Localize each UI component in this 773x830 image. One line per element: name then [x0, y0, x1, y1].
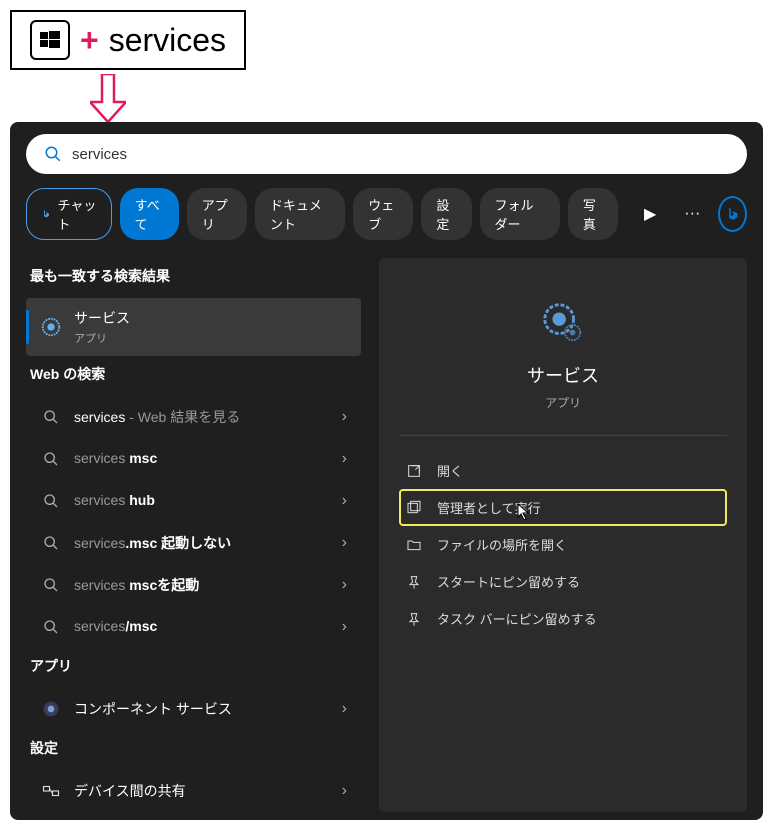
pin-icon: [405, 610, 423, 628]
result-best-match[interactable]: サービス アプリ: [26, 298, 361, 356]
chevron-right-icon: ›: [342, 576, 347, 594]
chevron-right-icon: ›: [342, 618, 347, 636]
photos-chip[interactable]: 写真: [568, 188, 618, 240]
preview-title: サービス: [399, 362, 727, 388]
divider: [399, 435, 727, 436]
action-open[interactable]: 開く: [399, 452, 727, 489]
web-result-5[interactable]: services mscを起動 ›: [26, 564, 361, 606]
web-result-4[interactable]: services.msc 起動しない ›: [26, 522, 361, 564]
windows-key-icon: [30, 20, 70, 60]
search-icon: [40, 490, 62, 512]
search-icon: [40, 448, 62, 470]
chevron-right-icon: ›: [342, 700, 347, 718]
all-chip[interactable]: すべて: [120, 188, 179, 240]
action-run-admin[interactable]: 管理者として実行: [399, 489, 727, 526]
shield-icon: [405, 499, 423, 517]
chevron-right-icon: ›: [342, 782, 347, 800]
search-input[interactable]: [72, 146, 729, 163]
web-result-3[interactable]: services hub ›: [26, 480, 361, 522]
preview-panel: サービス アプリ 開く 管理者として実行 ファイルの場所を開く スタートにピン留…: [379, 258, 747, 812]
apps-chip[interactable]: アプリ: [187, 188, 247, 240]
plus-icon: +: [80, 22, 99, 59]
result-title: サービス: [74, 308, 347, 328]
search-icon: [44, 145, 62, 163]
chat-chip[interactable]: チャット: [26, 188, 112, 240]
bing-button[interactable]: [718, 196, 747, 232]
web-search-header: Web の検索: [26, 356, 361, 396]
result-sub: アプリ: [74, 330, 347, 346]
preview-sub: アプリ: [399, 394, 727, 411]
share-icon: [40, 780, 62, 802]
results-column: 最も一致する検索結果 サービス アプリ Web の検索 services - W…: [26, 258, 361, 812]
hint-box: + services: [10, 10, 246, 70]
settings-chip[interactable]: 設定: [421, 188, 471, 240]
play-button[interactable]: ▶: [634, 198, 666, 230]
chevron-right-icon: ›: [342, 408, 347, 426]
app-result[interactable]: コンポーネント サービス ›: [26, 688, 361, 730]
search-icon: [40, 406, 62, 428]
web-result-1[interactable]: services - Web 結果を見る ›: [26, 396, 361, 438]
action-open-location[interactable]: ファイルの場所を開く: [399, 526, 727, 563]
chevron-right-icon: ›: [342, 450, 347, 468]
hint-text: services: [109, 22, 226, 59]
cursor-icon: [517, 503, 531, 521]
web-result-2[interactable]: services msc ›: [26, 438, 361, 480]
settings-header: 設定: [26, 730, 361, 770]
search-panel: チャット すべて アプリ ドキュメント ウェブ 設定 フォルダー 写真 ▶ ··…: [10, 122, 763, 820]
search-box[interactable]: [26, 134, 747, 174]
pin-icon: [405, 573, 423, 591]
action-pin-start[interactable]: スタートにピン留めする: [399, 563, 727, 600]
gear-large-icon: [538, 298, 588, 348]
web-chip[interactable]: ウェブ: [353, 188, 413, 240]
docs-chip[interactable]: ドキュメント: [255, 188, 345, 240]
filter-row: チャット すべて アプリ ドキュメント ウェブ 設定 フォルダー 写真 ▶ ··…: [26, 188, 747, 240]
chevron-right-icon: ›: [342, 492, 347, 510]
down-arrow-icon: [90, 74, 126, 122]
apps-header: アプリ: [26, 648, 361, 688]
open-icon: [405, 462, 423, 480]
search-icon: [40, 532, 62, 554]
bing-icon: [41, 207, 52, 221]
action-pin-taskbar[interactable]: タスク バーにピン留めする: [399, 600, 727, 637]
gear-icon: [40, 316, 62, 338]
chevron-right-icon: ›: [342, 534, 347, 552]
search-icon: [40, 574, 62, 596]
more-button[interactable]: ···: [674, 199, 710, 229]
settings-result[interactable]: デバイス間の共有 ›: [26, 770, 361, 812]
component-icon: [40, 698, 62, 720]
search-icon: [40, 616, 62, 638]
folder-icon: [405, 536, 423, 554]
web-result-6[interactable]: services/msc ›: [26, 606, 361, 648]
folder-chip[interactable]: フォルダー: [480, 188, 560, 240]
best-match-header: 最も一致する検索結果: [26, 258, 361, 298]
